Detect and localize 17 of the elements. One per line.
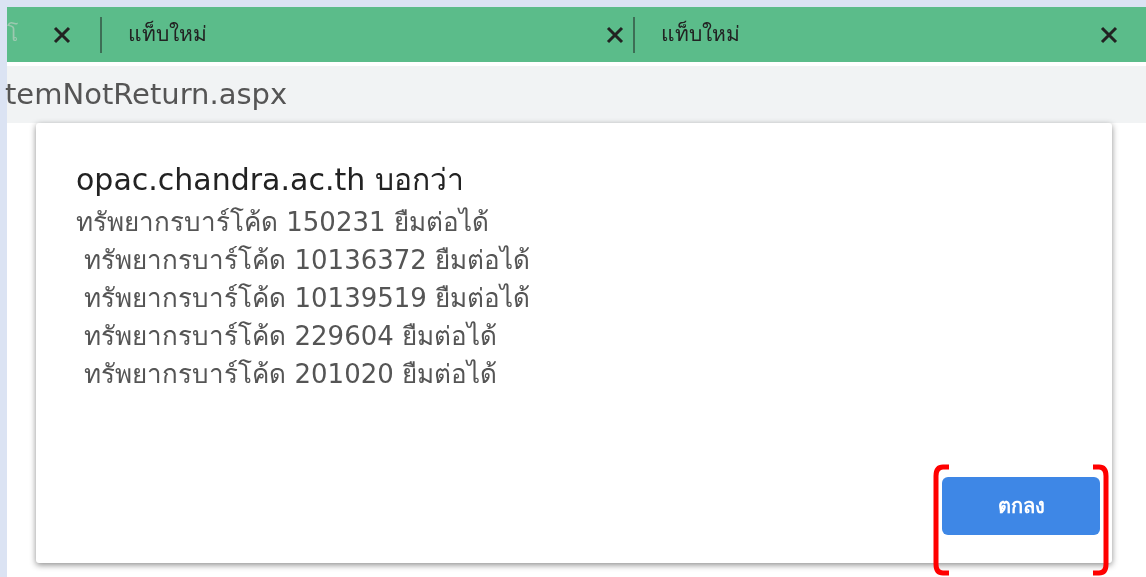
close-icon[interactable] [52, 24, 72, 45]
browser-tab[interactable]: แท็บใหม่ [102, 7, 633, 62]
ok-button[interactable]: ตกลง [942, 477, 1100, 535]
dialog-title: opac.chandra.ac.th บอกว่า [76, 163, 464, 197]
tab-title: แท็บใหม่ [661, 19, 740, 48]
url-text: temNotReturn.aspx [5, 75, 288, 113]
tab-title: โ [7, 20, 18, 48]
close-icon[interactable] [605, 24, 625, 45]
close-icon[interactable] [1099, 24, 1119, 45]
address-bar[interactable]: temNotReturn.aspx [7, 66, 1146, 123]
message-line: ทรัพยากรบาร์โค้ด 150231 ยืมต่อได้ [76, 206, 489, 239]
tab-title: แท็บใหม่ [128, 19, 207, 48]
message-line: ทรัพยากรบาร์โค้ด 10136372 ยืมต่อได้ [83, 244, 531, 277]
message-line: ทรัพยากรบาร์โค้ด 201020 ยืมต่อได้ [83, 358, 498, 391]
message-line: ทรัพยากรบาร์โค้ด 229604 ยืมต่อได้ [83, 320, 498, 353]
browser-tab[interactable]: แท็บใหม่ [635, 7, 1127, 62]
message-line: ทรัพยากรบาร์โค้ด 10139519 ยืมต่อได้ [83, 282, 531, 315]
